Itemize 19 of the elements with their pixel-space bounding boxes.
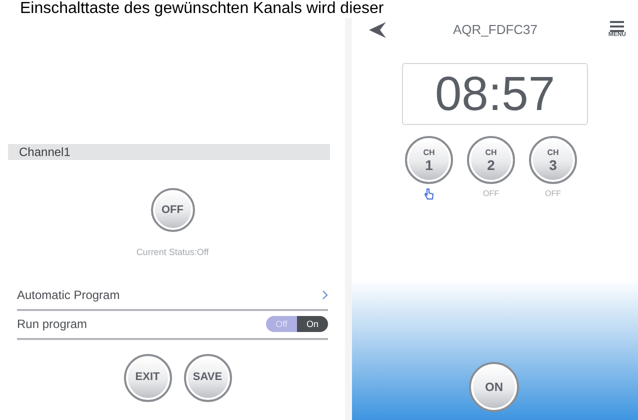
power-button[interactable]: ON <box>469 362 519 412</box>
row-label: Run program <box>17 316 88 333</box>
clock-display: 08:57 <box>402 63 588 125</box>
power-button[interactable]: OFF <box>150 188 194 232</box>
back-arrow-icon[interactable] <box>369 22 387 38</box>
channel-header: Channel1 <box>8 144 330 160</box>
device-title: AQR_FDFC37 <box>453 21 538 40</box>
round-button[interactable]: EXIT <box>124 354 172 402</box>
row-label: Automatic Program <box>17 287 120 304</box>
channel-status: OFF <box>483 188 499 200</box>
channel-button[interactable]: CH 1 <box>405 136 453 184</box>
round-button[interactable]: SAVE <box>184 354 232 402</box>
status-text: Current Status:Off <box>135 246 210 259</box>
channel-button[interactable]: CH 2 <box>467 136 515 184</box>
caption-text: Einschalttaste des gewünschten Kanals wird dieser <box>19 0 385 18</box>
chevron-icon[interactable] <box>322 290 328 300</box>
channel-button[interactable]: CH 3 <box>529 136 577 184</box>
menu-icon <box>610 21 624 32</box>
channel-status: OFF <box>545 188 561 200</box>
